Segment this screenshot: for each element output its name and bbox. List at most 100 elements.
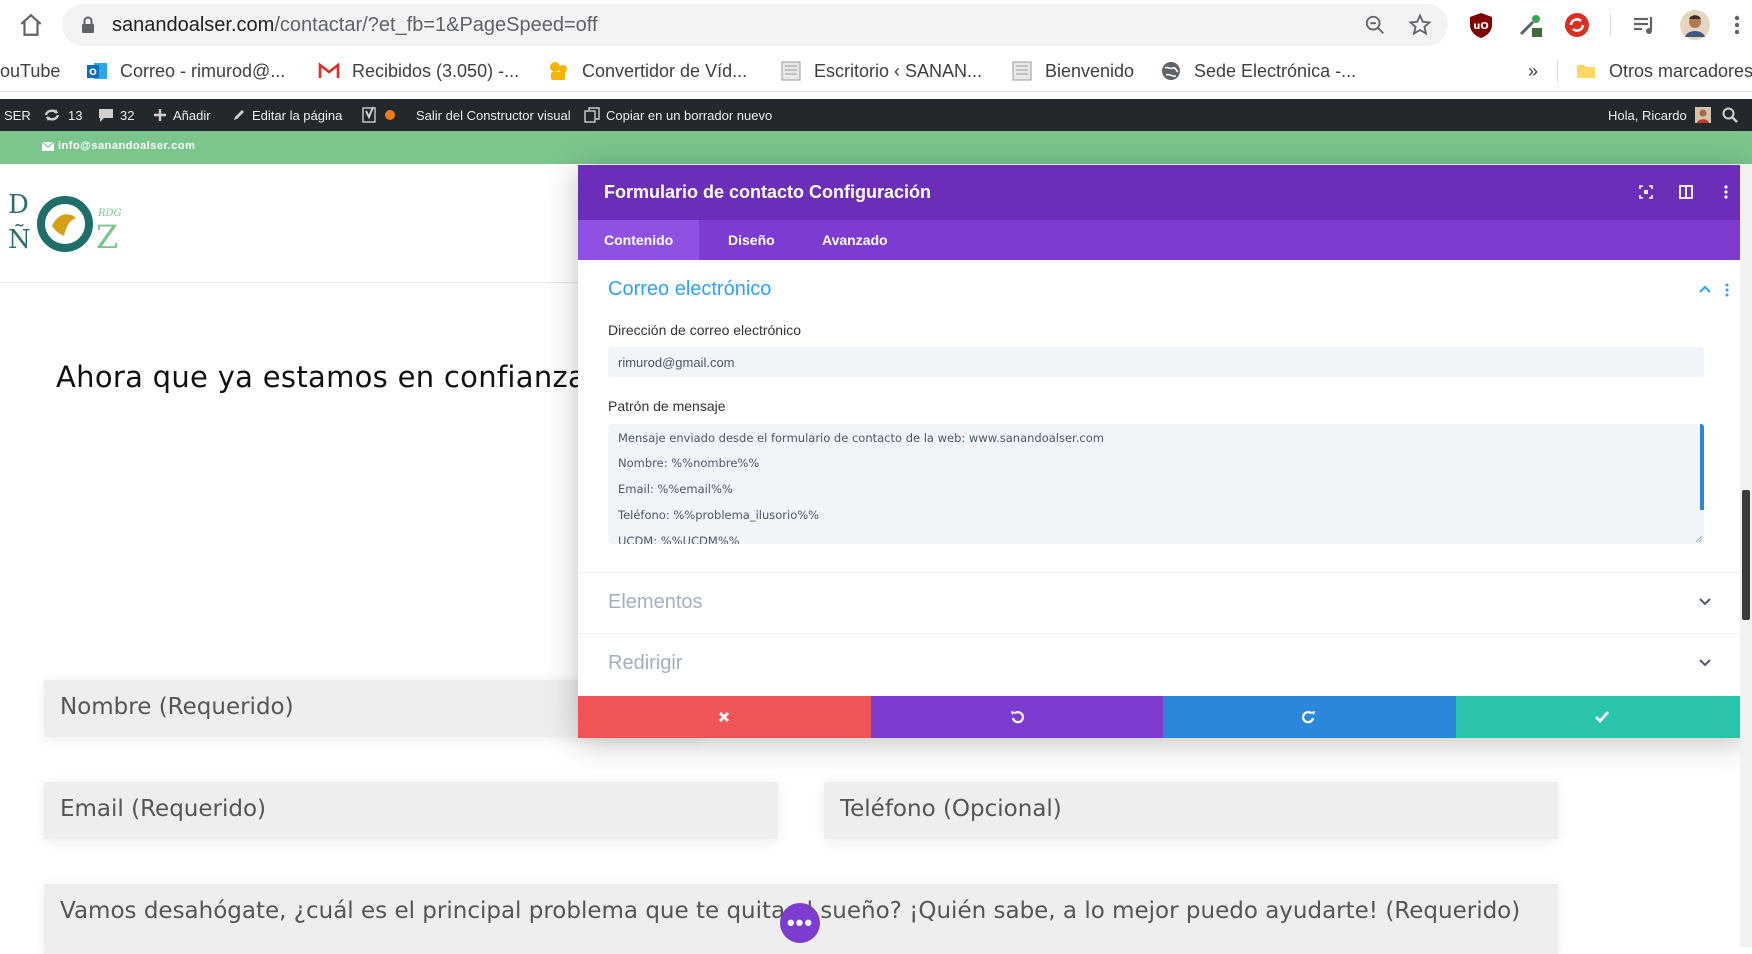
lock-icon xyxy=(82,16,94,33)
section-redirigir[interactable]: Redirigir xyxy=(578,633,1748,693)
sync-extension-icon[interactable] xyxy=(1563,11,1591,39)
bookmark-outlook[interactable]: O Correo - rimurod@... xyxy=(86,59,285,83)
search-icon xyxy=(1722,107,1738,123)
section-elementos-title: Elementos xyxy=(608,591,703,613)
checkmark-icon xyxy=(1594,711,1609,724)
tab-diseno[interactable]: Diseño xyxy=(702,220,801,260)
admin-add-new[interactable]: Añadir xyxy=(153,99,211,131)
svg-text:O: O xyxy=(89,68,97,78)
address-bar[interactable]: sanandoalser.com/contactar/?et_fb=1&Page… xyxy=(62,4,1448,46)
media-queue-icon[interactable] xyxy=(1630,11,1658,39)
ublock-icon[interactable]: uO xyxy=(1467,11,1495,39)
outlook-icon: O xyxy=(87,63,107,79)
eyedropper-extension-icon[interactable] xyxy=(1516,11,1544,39)
folder-icon xyxy=(1577,65,1595,78)
save-button[interactable] xyxy=(1455,696,1748,738)
chevron-up-icon[interactable] xyxy=(1698,284,1712,294)
browser-toolbar: sanandoalser.com/contactar/?et_fb=1&Page… xyxy=(0,0,1752,50)
bookmark-converter[interactable]: Convertidor de Víd... xyxy=(548,59,747,83)
chevron-down-icon xyxy=(1699,598,1711,606)
gmail-icon xyxy=(318,62,340,78)
account-avatar-icon xyxy=(1694,107,1711,123)
bookmark-escritorio[interactable]: Escritorio ‹ SANAN... xyxy=(780,59,982,83)
modal-menu-icon[interactable] xyxy=(1718,184,1734,200)
modal-tabs: Contenido Diseño Avanzado xyxy=(578,220,1748,260)
logo-bird-icon xyxy=(52,214,76,236)
logo-letter-d: D xyxy=(8,190,29,220)
pattern-line: Email: %%email%% xyxy=(618,482,733,496)
email-address-label: Dirección de correo electrónico xyxy=(608,322,801,338)
updates-icon xyxy=(44,109,60,121)
page-icon xyxy=(781,61,801,81)
chevron-down-icon xyxy=(1699,659,1711,667)
page-icon xyxy=(1012,61,1032,81)
phone-field[interactable]: Teléfono (Opcional) xyxy=(824,782,1558,839)
modal-title: Formulario de contacto Configuración xyxy=(604,182,932,202)
modal-body: Correo electrónico Dirección de correo e… xyxy=(578,260,1748,696)
admin-comments[interactable]: 32 xyxy=(98,99,134,131)
svg-text:uO: uO xyxy=(1473,21,1489,32)
bookmarks-divider xyxy=(1557,60,1558,82)
bookmark-bienvenido[interactable]: Bienvenido xyxy=(1011,59,1134,83)
modal-header: Formulario de contacto Configuración xyxy=(578,165,1748,220)
bookmark-star-icon[interactable] xyxy=(1408,13,1432,37)
builder-more-button[interactable]: ••• xyxy=(780,903,820,943)
tab-contenido[interactable]: Contenido xyxy=(578,220,700,260)
fullscreen-icon[interactable] xyxy=(1638,184,1654,200)
site-top-bar: info@sanandoalser.com xyxy=(0,131,1752,164)
seo-status-dot-icon xyxy=(385,110,395,120)
page-scrollbar-thumb[interactable] xyxy=(1742,490,1750,620)
comments-icon xyxy=(99,109,113,122)
admin-seo[interactable] xyxy=(362,99,402,131)
bookmark-sede[interactable]: Sede Electrónica -... xyxy=(1160,59,1356,83)
section-correo-title[interactable]: Correo electrónico xyxy=(608,278,771,301)
home-icon[interactable] xyxy=(18,12,44,38)
email-address-input[interactable] xyxy=(608,347,1704,377)
toolbar-divider xyxy=(1610,14,1611,36)
section-elementos[interactable]: Elementos xyxy=(578,572,1748,632)
module-settings-modal: Formulario de contacto Configuración Con… xyxy=(578,165,1748,738)
redo-button[interactable] xyxy=(1163,696,1456,738)
globe-icon xyxy=(1162,62,1180,80)
pattern-line: Nombre: %%nombre%% xyxy=(618,456,760,470)
section-menu-icon[interactable] xyxy=(1724,282,1730,298)
admin-copy-draft[interactable]: Copiar en un borrador nuevo xyxy=(584,99,772,131)
section-redirigir-title: Redirigir xyxy=(608,652,683,674)
admin-search[interactable] xyxy=(1722,99,1744,131)
chrome-menu-icon[interactable] xyxy=(1726,11,1748,39)
tab-avanzado[interactable]: Avanzado xyxy=(796,220,914,260)
wp-admin-bar: SER 13 32 Añadir Editar la página Salir … xyxy=(0,99,1752,131)
discard-button[interactable] xyxy=(578,696,871,738)
site-logo[interactable]: D Ñ RDG Z xyxy=(0,186,130,256)
pattern-line: Mensaje enviado desde el formulario de c… xyxy=(618,431,1104,445)
bookmark-gmail[interactable]: Recibidos (3.050) -... xyxy=(318,59,519,83)
yoast-icon xyxy=(362,106,376,123)
admin-account[interactable]: Hola, Ricardo xyxy=(1608,99,1717,131)
undo-button[interactable] xyxy=(870,696,1163,738)
logo-letter-z: Z xyxy=(96,218,118,256)
plus-icon xyxy=(154,109,166,121)
redo-icon xyxy=(1302,711,1316,724)
message-pattern-label: Patrón de mensaje xyxy=(608,398,726,414)
converter-icon xyxy=(550,62,567,80)
copy-icon xyxy=(584,107,600,123)
zoom-icon[interactable] xyxy=(1364,14,1386,36)
pencil-icon xyxy=(234,110,244,120)
textarea-scrollbar[interactable] xyxy=(1700,424,1704,510)
url-text[interactable]: sanandoalser.com/contactar/?et_fb=1&Page… xyxy=(112,14,598,37)
bookmark-other-folder[interactable]: Otros marcadores xyxy=(1575,59,1752,83)
profile-avatar-icon[interactable] xyxy=(1679,9,1711,41)
split-view-icon[interactable] xyxy=(1678,184,1694,200)
envelope-icon xyxy=(42,141,54,151)
admin-updates[interactable]: 13 xyxy=(42,99,82,131)
resize-grip-icon[interactable] xyxy=(1696,536,1702,542)
bookmarks-bar: ouTube O Correo - rimurod@... Recibidos … xyxy=(0,50,1752,92)
admin-edit-page[interactable]: Editar la página xyxy=(232,99,342,131)
top-bar-email[interactable]: info@sanandoalser.com xyxy=(42,140,195,152)
message-pattern-textarea[interactable]: Mensaje enviado desde el formulario de c… xyxy=(608,424,1704,544)
admin-site-name[interactable]: SER xyxy=(4,99,31,131)
email-field[interactable]: Email (Requerido) xyxy=(44,782,778,839)
bookmark-youtube[interactable]: ouTube xyxy=(0,59,60,83)
admin-exit-builder[interactable]: Salir del Constructor visual xyxy=(416,99,571,131)
bookmarks-overflow[interactable]: » xyxy=(1528,59,1538,83)
